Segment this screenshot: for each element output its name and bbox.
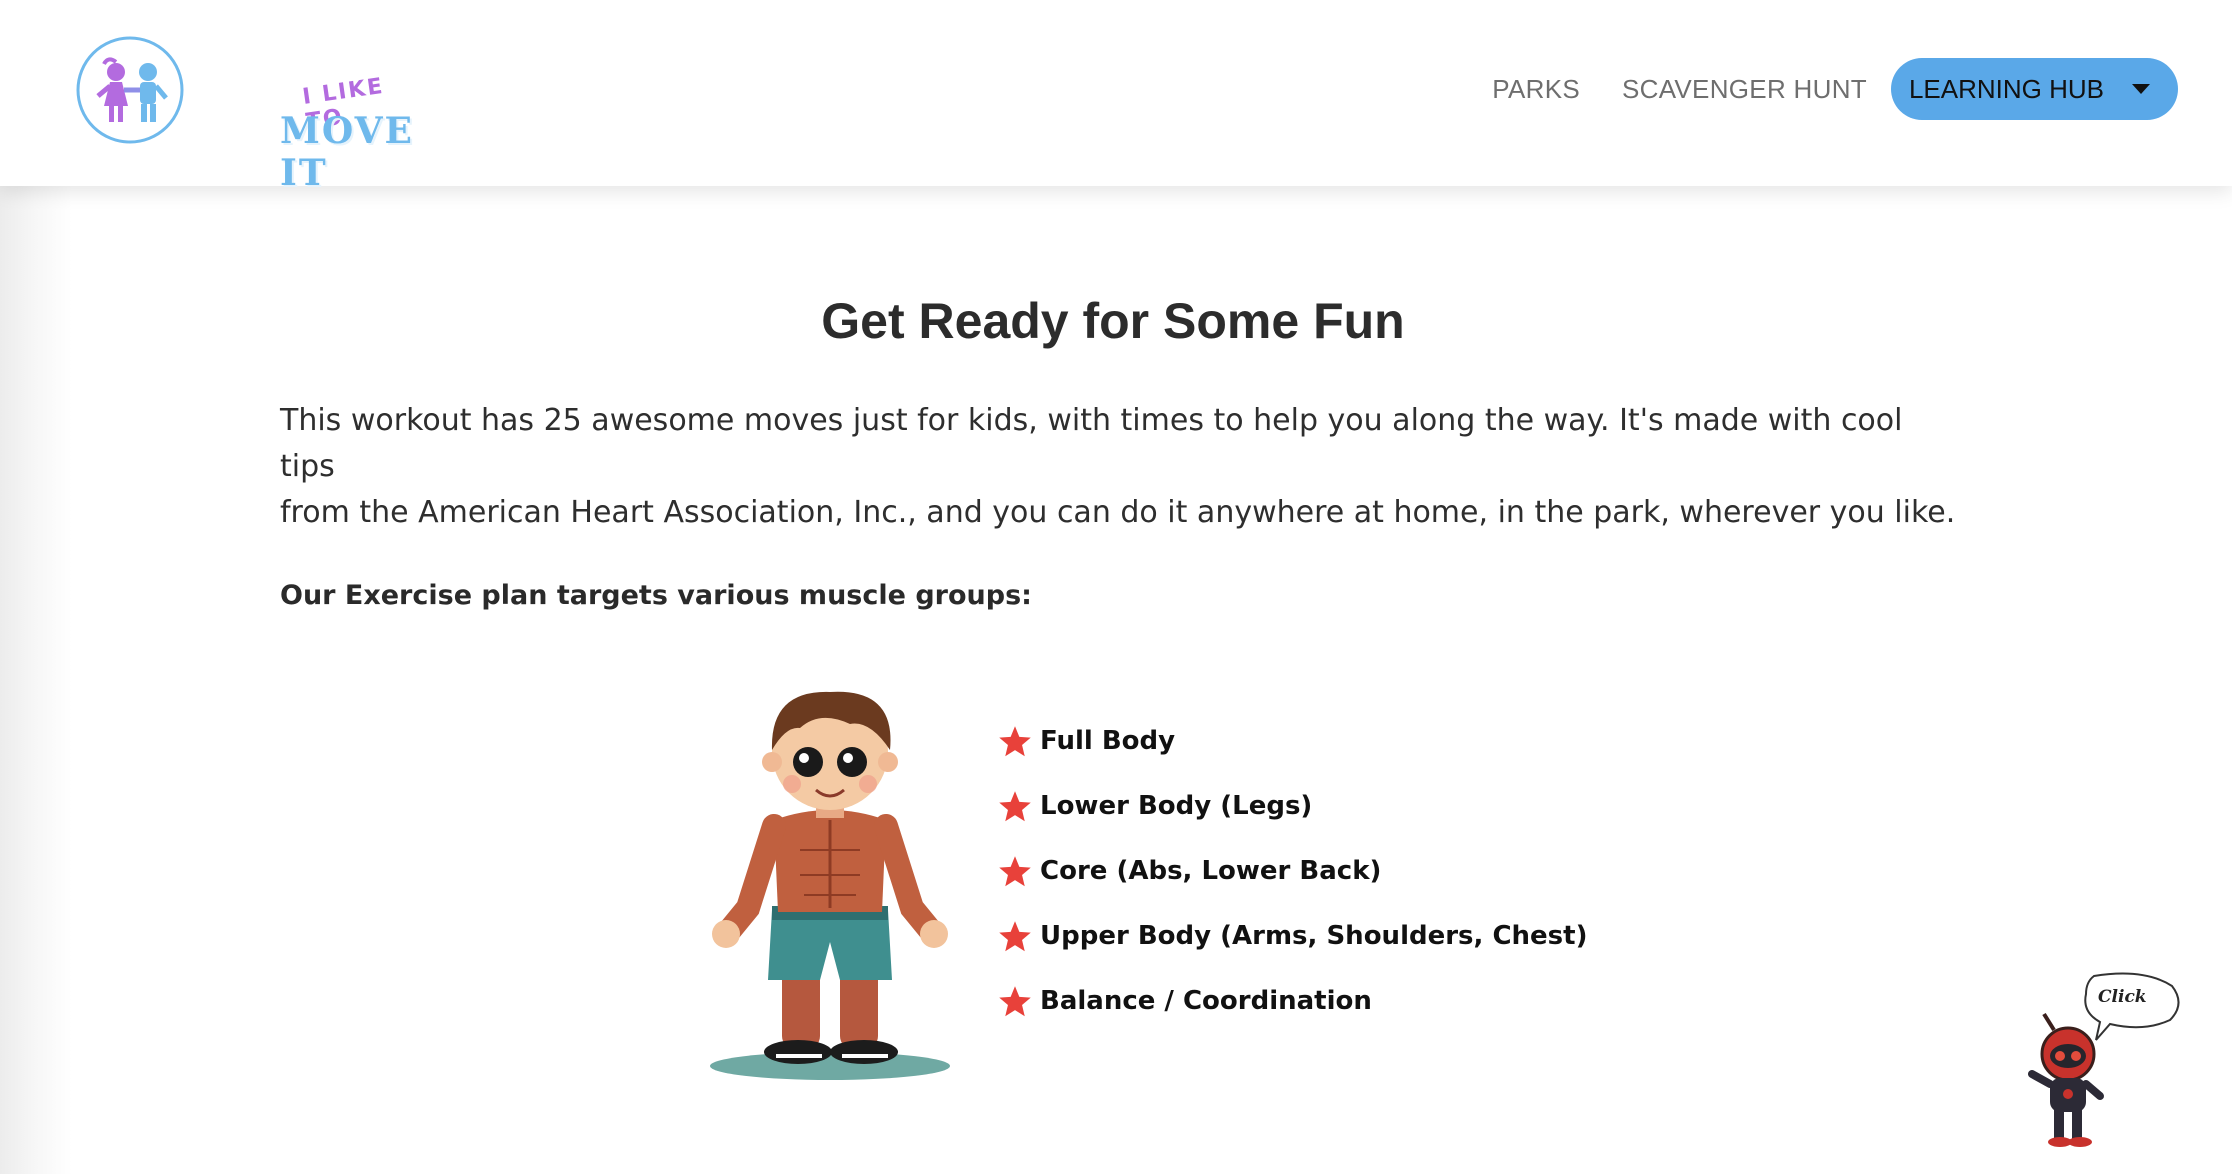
site-logo[interactable]: I LIKE TO MOVE IT (74, 34, 412, 194)
list-item: Full Body (996, 726, 1587, 791)
star-icon (999, 921, 1031, 952)
learning-hub-label: LEARNING HUB (1908, 73, 2104, 104)
muscle-group-label: Core (Abs, Lower Back) (1040, 856, 1382, 886)
nav-link-parks[interactable]: PARKS (1492, 74, 1580, 105)
chevron-down-icon (2132, 84, 2150, 94)
page-title: Get Ready for Some Fun (821, 293, 1405, 349)
intro-line-2: from the American Heart Association, Inc… (280, 495, 1956, 530)
intro-paragraph: This workout has 25 awesome moves just f… (280, 398, 1960, 536)
intro-line-1: This workout has 25 awesome moves just f… (280, 403, 1903, 484)
muscle-groups-list: Full Body Lower Body (Legs) Core (Abs, L… (996, 726, 1587, 1051)
mascot-chat-button[interactable]: Click (2024, 970, 2184, 1150)
list-item: Balance / Coordination (996, 986, 1587, 1051)
muscle-group-label: Lower Body (Legs) (1040, 791, 1313, 821)
star-icon (999, 726, 1031, 757)
main-nav: PARKS SCAVENGER HUNT LEARNING HUB (1492, 58, 2178, 120)
muscle-groups-heading: Our Exercise plan targets various muscle… (280, 580, 1032, 611)
list-item: Core (Abs, Lower Back) (996, 856, 1587, 921)
learning-hub-dropdown[interactable]: LEARNING HUB (1890, 58, 2178, 120)
list-item: Lower Body (Legs) (996, 791, 1587, 856)
site-header: I LIKE TO MOVE IT PARKS SCAVENGER HUNT L… (0, 0, 2232, 194)
kids-logo-icon (76, 36, 184, 144)
muscle-group-label: Balance / Coordination (1040, 986, 1372, 1016)
list-item: Upper Body (Arms, Shoulders, Chest) (996, 921, 1587, 986)
mascot-bubble-text: Click (2098, 987, 2147, 1007)
muscle-group-label: Full Body (1040, 726, 1176, 756)
nav-link-scavenger-hunt[interactable]: SCAVENGER HUNT (1622, 74, 1867, 105)
logo-name: MOVE IT (280, 110, 414, 194)
star-icon (999, 986, 1031, 1017)
star-icon (999, 791, 1031, 822)
muscle-group-label: Upper Body (Arms, Shoulders, Chest) (1040, 921, 1588, 951)
muscle-anatomy-kid-illustration (700, 680, 960, 1080)
star-icon (999, 856, 1031, 887)
